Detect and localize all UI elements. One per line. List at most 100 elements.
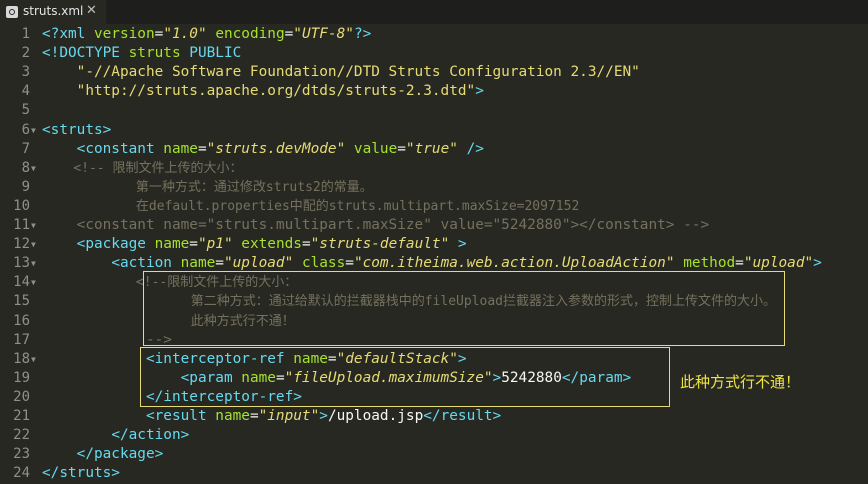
line-number: 16 — [13, 312, 30, 329]
line-number: 9 — [21, 178, 30, 195]
line-number: 17 — [13, 331, 30, 348]
code-token: method — [683, 255, 736, 272]
code-token: <?xml — [42, 26, 94, 42]
code-line[interactable]: 9 第一种方式：通过修改struts2的常量。 — [0, 178, 868, 197]
code-text: "http://struts.apache.org/dtds/struts-2.… — [42, 82, 484, 101]
code-token: "p1" — [197, 236, 233, 253]
tab-struts-xml[interactable]: struts.xml ✕ — [0, 0, 106, 24]
tab-bar: struts.xml ✕ — [0, 0, 868, 24]
line-number: 8 — [21, 159, 30, 176]
line-number: 18 — [13, 350, 30, 367]
code-text: <package name="p1" extends="struts-defau… — [42, 235, 467, 254]
line-number: 6 — [21, 121, 30, 138]
code-token: > — [813, 255, 822, 272]
code-token: = — [215, 255, 224, 272]
line-number: 1 — [21, 26, 30, 42]
fold-arrow-icon[interactable]: ▼ — [31, 126, 36, 135]
code-token: </action> — [111, 427, 190, 444]
code-line[interactable]: 12 ▼ <package name="p1" extends="struts-d… — [0, 235, 868, 254]
code-token: struts — [128, 45, 190, 62]
fold-arrow-icon[interactable]: ▼ — [31, 164, 36, 173]
code-token: = — [154, 26, 164, 42]
line-number: 14 — [13, 274, 30, 291]
code-line[interactable]: 11 ▼ <constant name="struts.multipart.max… — [0, 216, 868, 235]
close-icon[interactable]: ✕ — [86, 3, 97, 18]
fold-arrow-icon[interactable]: ▼ — [31, 241, 36, 249]
code-token: "upload" — [743, 255, 814, 272]
code-token: "true" — [405, 140, 458, 157]
code-line[interactable]: 1 <?xml version="1.0" encoding="UTF-8"?> — [0, 25, 868, 44]
line-number: 5 — [21, 102, 30, 119]
code-token: </result> — [423, 408, 502, 424]
code-token: name — [163, 140, 198, 157]
code-line[interactable]: 8 ▼ <!-- 限制文件上传的大小： — [0, 159, 868, 178]
code-token: = — [735, 255, 744, 272]
code-line[interactable]: 24 </struts> — [0, 464, 868, 483]
code-token: "UTF-8" — [293, 26, 354, 42]
code-text: </package> — [42, 445, 164, 464]
code-line[interactable]: 6 ▼ <struts> — [0, 121, 868, 140]
fold-arrow-icon[interactable]: ▼ — [31, 279, 36, 287]
line-number: 21 — [13, 408, 30, 424]
code-line[interactable]: 2 <!DOCTYPE struts PUBLIC — [0, 44, 868, 63]
code-token: 在default.properties中配的struts.multipart.m… — [104, 198, 580, 214]
code-text: <constant name="struts.devMode" value="t… — [42, 140, 484, 159]
code-token: "input" — [258, 408, 320, 424]
fold-arrow-icon[interactable]: ▼ — [31, 260, 36, 268]
code-token: = — [249, 408, 259, 424]
code-text: 第一种方式：通过修改struts2的常量。 — [42, 178, 373, 197]
code-token: "http://struts.apache.org/dtds/struts-2.… — [76, 83, 476, 100]
line-number: 4 — [21, 83, 30, 100]
code-token: = — [301, 236, 311, 253]
comment-highlight-box — [143, 271, 785, 346]
code-text: <constant name="struts.multipart.maxSize… — [42, 216, 709, 235]
code-line[interactable]: 5 — [0, 101, 868, 120]
code-text: <result name="input">/upload.jsp</result… — [42, 407, 501, 426]
code-token: PUBLIC — [189, 45, 242, 62]
code-token: <package — [76, 236, 155, 253]
code-token: <action — [111, 255, 181, 272]
code-token: > — [475, 83, 484, 100]
annotation-note: 此种方式行不通！ — [680, 373, 801, 391]
code-token: = — [397, 140, 406, 157]
fold-arrow-icon[interactable]: ▼ — [31, 355, 36, 364]
code-token: name — [215, 408, 250, 424]
line-number: 20 — [13, 388, 30, 405]
code-token: <!DOCTYPE — [42, 45, 129, 62]
code-line[interactable]: 7 <constant name="struts.devMode" value=… — [0, 140, 868, 159]
line-number: 11 — [13, 217, 30, 233]
code-text: <struts> — [42, 121, 111, 140]
code-token: "upload" — [223, 255, 294, 272]
code-line[interactable]: 21 <result name="input">/upload.jsp</res… — [0, 407, 868, 426]
fold-arrow-icon[interactable]: ▼ — [31, 222, 36, 230]
code-token: name — [154, 236, 190, 253]
code-token: <struts> — [42, 121, 112, 138]
code-token: 第一种方式：通过修改struts2的常量。 — [104, 179, 373, 195]
code-line[interactable]: 4 "http://struts.apache.org/dtds/struts-… — [0, 82, 868, 101]
code-token: <!-- 限制文件上传的大小： — [73, 160, 243, 176]
code-text: "-//Apache Software Foundation//DTD Stru… — [42, 63, 640, 82]
code-text: </action> — [42, 426, 189, 445]
interceptor-highlight-box — [140, 347, 670, 407]
code-token: value — [353, 140, 398, 157]
xml-file-icon — [6, 6, 18, 18]
code-line[interactable]: 23 </package> — [0, 445, 868, 464]
line-number: 19 — [13, 369, 30, 386]
code-token: "com.itheima.web.action.UploadAction" — [353, 255, 675, 272]
code-token: extends — [241, 236, 302, 253]
code-token: "1.0" — [163, 26, 207, 42]
code-text: </struts> — [42, 464, 120, 483]
code-line[interactable]: 3 "-//Apache Software Foundation//DTD St… — [0, 63, 868, 82]
code-line[interactable]: 22 </action> — [0, 426, 868, 445]
code-token: version — [93, 26, 155, 42]
tab-title: struts.xml — [23, 4, 84, 18]
code-token: = — [284, 26, 294, 42]
code-token: = — [189, 236, 198, 253]
code-editor[interactable]: 1 <?xml version="1.0" encoding="UTF-8"?> 2… — [0, 24, 868, 484]
code-line[interactable]: 10 在default.properties中配的struts.multipar… — [0, 197, 868, 216]
